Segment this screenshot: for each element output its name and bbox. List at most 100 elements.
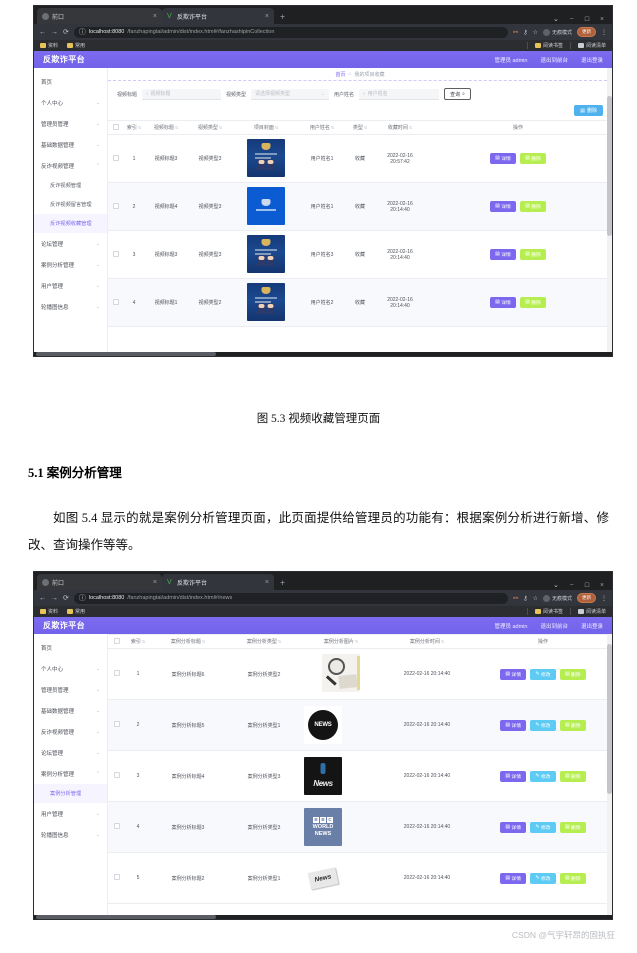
delete-button[interactable]: ▤ 删除: [520, 201, 546, 212]
video-cover-thumbnail[interactable]: [247, 138, 285, 177]
edit-button[interactable]: ✎ 修改: [530, 668, 556, 680]
window-horizontal-scrollbar-2[interactable]: [34, 915, 612, 919]
detail-button[interactable]: ▤ 详情: [490, 201, 516, 212]
key-icon[interactable]: ⚷: [523, 29, 527, 36]
case-image-thumbnail[interactable]: News: [304, 757, 342, 795]
logout-link[interactable]: 退出登录: [581, 622, 603, 630]
address-bar-1[interactable]: ⓘ localhost:8080/fanzhapingtai/admin/dis…: [73, 26, 509, 38]
table-row[interactable]: 2 案例分析标题5 案例分析类型1 NEWS 2022-02-16 20:14:…: [108, 699, 612, 751]
site-info-icon[interactable]: ⓘ: [79, 593, 86, 603]
detail-button[interactable]: ▤ 详情: [500, 770, 527, 782]
logout-link[interactable]: 退出登录: [581, 56, 603, 64]
video-cover-thumbnail[interactable]: [247, 282, 285, 321]
sidebar-item-carousel-info[interactable]: 轮播图信息 ⌄: [34, 296, 107, 317]
row-checkbox-cell[interactable]: [108, 648, 126, 700]
column-case-image[interactable]: 案例分析图片⇅: [302, 634, 380, 649]
site-info-icon[interactable]: ⓘ: [79, 27, 86, 37]
incognito-indicator[interactable]: 无痕模式: [542, 28, 572, 36]
edit-button[interactable]: ✎ 修改: [530, 872, 556, 884]
delete-button[interactable]: ▤ 删除: [520, 249, 546, 260]
row-checkbox[interactable]: [114, 772, 120, 778]
forward-icon[interactable]: →: [51, 29, 58, 36]
browser-tab-inactive-2[interactable]: 前口 ×: [37, 574, 162, 590]
row-checkbox[interactable]: [114, 670, 120, 676]
menu-kebab-icon[interactable]: ⋮: [601, 29, 607, 36]
row-checkbox-cell[interactable]: [108, 750, 126, 802]
go-to-frontend-link[interactable]: 退出到前台: [540, 622, 568, 630]
row-checkbox-cell[interactable]: [108, 852, 126, 904]
reload-icon[interactable]: ⟳: [63, 28, 69, 36]
tab-close-icon[interactable]: ×: [265, 579, 269, 586]
content-vertical-scrollbar-2[interactable]: [607, 634, 612, 919]
column-collect-time[interactable]: 收藏时间⇅: [376, 120, 424, 135]
content-vertical-scrollbar-1[interactable]: [607, 68, 612, 356]
close-window-icon[interactable]: ×: [600, 15, 604, 23]
maximize-icon[interactable]: □: [585, 15, 589, 23]
detail-button[interactable]: ▤ 详情: [490, 249, 516, 260]
sidebar-item-carousel-info[interactable]: 轮播图信息 ⌄: [34, 824, 107, 845]
reading-list-item[interactable]: 阅读清单: [577, 608, 606, 615]
browser-tab-active-2[interactable]: V 反欺诈平台 ×: [162, 574, 274, 590]
sidebar-item-user-management[interactable]: 用户管理 ⌄: [34, 275, 107, 296]
bookmark-folder-2[interactable]: 常用: [67, 42, 85, 49]
sidebar-item-forum-management[interactable]: 论坛管理 ⌄: [34, 233, 107, 254]
update-button[interactable]: 更新: [577, 593, 596, 603]
extension-puzzle-icon[interactable]: ⚯: [513, 29, 518, 36]
column-case-title[interactable]: 案例分析标题⇅: [150, 634, 226, 649]
edit-button[interactable]: ✎ 修改: [530, 821, 556, 833]
table-row[interactable]: 4 视频标题1 视频类型2 用户姓名2 收藏 2022-02-16 20:14:…: [108, 278, 612, 327]
table-row[interactable]: 1 案例分析标题6 案例分析类型2 2022-02-16 20:14:40 ▤ 详…: [108, 648, 612, 700]
reload-icon[interactable]: ⟳: [63, 594, 69, 602]
bookmark-folder-1[interactable]: 资料: [40, 608, 58, 615]
bulk-delete-button[interactable]: ▤ 删除: [574, 105, 603, 116]
table-row[interactable]: 4 案例分析标题3 案例分析类型3 BBC WORLD NEWS 2022-02-…: [108, 801, 612, 853]
detail-button[interactable]: ▤ 详情: [500, 821, 527, 833]
address-bar-2[interactable]: ⓘ localhost:8080/fanzhapingtai/admin/dis…: [73, 592, 509, 604]
column-cover[interactable]: 项目封面⇅: [232, 120, 300, 135]
case-image-thumbnail[interactable]: BBC WORLD NEWS: [304, 808, 342, 846]
row-checkbox[interactable]: [113, 154, 119, 161]
column-video-title[interactable]: 视频标题⇅: [144, 120, 188, 135]
video-type-select[interactable]: 请选择视频类型 ⌄: [251, 88, 330, 100]
sidebar-item-antifraud-video-management[interactable]: 反诈视频管理 ⌄: [34, 721, 107, 742]
row-checkbox-cell[interactable]: [108, 801, 126, 853]
row-checkbox-cell[interactable]: [108, 699, 126, 751]
sidebar-item-personal-center[interactable]: 个人中心 ⌄: [34, 658, 107, 679]
tab-close-icon[interactable]: ×: [265, 13, 269, 20]
row-checkbox[interactable]: [113, 202, 119, 209]
username-input[interactable]: ⌕ 用户姓名: [359, 88, 440, 100]
sidebar-item-home[interactable]: 首页: [34, 71, 107, 92]
browser-tab-active-1[interactable]: V 反欺诈平台 ×: [162, 8, 274, 24]
go-to-frontend-link[interactable]: 退出到前台: [540, 56, 568, 64]
detail-button[interactable]: ▤ 详情: [490, 153, 516, 164]
sidebar-item-admin-management[interactable]: 管理员管理 ⌄: [34, 113, 107, 134]
delete-button[interactable]: ▤ 删除: [559, 872, 586, 884]
row-checkbox[interactable]: [114, 823, 120, 829]
select-all-header[interactable]: [108, 120, 124, 135]
row-checkbox[interactable]: [114, 874, 120, 880]
maximize-icon[interactable]: □: [585, 581, 589, 589]
table-row[interactable]: 3 案例分析标题4 案例分析类型3 News 2022-02-16 20:14:…: [108, 750, 612, 802]
edit-button[interactable]: ✎ 修改: [530, 719, 556, 731]
tab-close-icon[interactable]: ×: [153, 579, 157, 586]
sidebar-subitem-video-comment-management[interactable]: 反诈视频留言管理: [34, 195, 107, 214]
column-video-type[interactable]: 视频类型⇅: [188, 120, 232, 135]
new-tab-button[interactable]: +: [274, 12, 291, 22]
detail-button[interactable]: ▤ 详情: [500, 719, 527, 731]
sidebar-item-user-management[interactable]: 用户管理 ⌄: [34, 803, 107, 824]
video-cover-thumbnail[interactable]: [247, 234, 285, 273]
sidebar-item-personal-center[interactable]: 个人中心 ⌄: [34, 92, 107, 113]
detail-button[interactable]: ▤ 详情: [490, 297, 516, 308]
bookmark-star-icon[interactable]: ☆: [533, 595, 538, 602]
table-row[interactable]: 3 视频标题3 视频类型3 用户姓名3 收藏 2022-02-16 20:14:…: [108, 230, 612, 279]
reading-bookmarks-item[interactable]: 阅读书签: [534, 608, 563, 615]
menu-kebab-icon[interactable]: ⋮: [601, 595, 607, 602]
case-image-thumbnail[interactable]: NEWS: [304, 706, 342, 744]
back-icon[interactable]: ←: [39, 595, 46, 602]
row-checkbox-cell[interactable]: [108, 278, 124, 327]
reading-bookmarks-item[interactable]: 阅读书签: [534, 42, 563, 49]
column-kind[interactable]: 类型⇅: [344, 120, 376, 135]
sidebar-item-antifraud-video-management[interactable]: 反诈视频管理 ⌃: [34, 155, 107, 176]
column-username[interactable]: 用户姓名⇅: [300, 120, 344, 135]
row-checkbox[interactable]: [113, 298, 119, 305]
